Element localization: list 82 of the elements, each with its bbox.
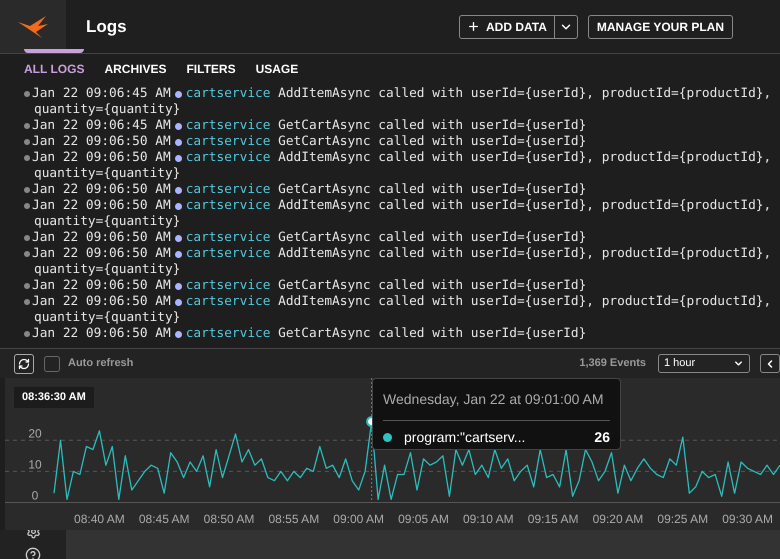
log-timestamp: Jan 22 09:06:50 AM (32, 326, 171, 342)
log-message: GetCartAsync called with userId={userId} (278, 134, 586, 150)
log-bullet (24, 155, 30, 161)
log-service: cartservice (186, 118, 270, 134)
log-service: cartservice (186, 278, 270, 294)
auto-refresh-label: Auto refresh (68, 356, 134, 372)
x-tick-label: 08:40 AM (74, 512, 125, 526)
x-tick-label: 09:15 AM (528, 512, 578, 526)
log-timestamp: Jan 22 09:06:45 AM (32, 118, 171, 134)
log-message: AddItemAsync called with userId={userId}, productId={productId}, (278, 294, 772, 310)
log-bullet (24, 187, 30, 193)
log-message: GetCartAsync called with userId={userId} (278, 230, 586, 246)
x-tick-label: 09:20 AM (592, 512, 644, 526)
log-message: AddItemAsync called with userId={userId}, productId={productId}, (278, 246, 772, 262)
log-message: quantity={quantity} (34, 102, 180, 117)
log-bullet (24, 251, 30, 257)
series-value: 26 (594, 428, 610, 447)
refresh-icon (18, 358, 30, 370)
tab[interactable]: USAGE (256, 53, 298, 85)
log-message: quantity={quantity} (34, 262, 180, 277)
series-label: program:"cartserv... (404, 428, 526, 447)
tab[interactable]: ARCHIVES (104, 53, 166, 85)
log-message: GetCartAsync called with userId={userId} (278, 118, 586, 134)
log-bullet (24, 283, 30, 289)
log-bullet (24, 91, 30, 97)
log-message: GetCartAsync called with userId={userId} (278, 182, 586, 198)
log-service: cartservice (186, 198, 270, 214)
log-timestamp: Jan 22 09:06:50 AM (32, 278, 171, 294)
log-message: AddItemAsync called with userId={userId}, productId={productId}, (278, 150, 772, 166)
plus-icon (466, 20, 480, 33)
page-title: Logs (86, 16, 127, 38)
previous-button[interactable] (760, 354, 780, 373)
x-tick-label: 09:25 AM (657, 512, 708, 526)
log-message: AddItemAsync called with userId={userId}, productId={productId}, (278, 86, 772, 102)
log-service: cartservice (186, 294, 270, 310)
x-tick-label: 08:45 AM (138, 512, 190, 526)
log-service: cartservice (186, 326, 270, 342)
log-message: quantity={quantity} (34, 166, 180, 181)
x-tick-label: 09:30 AM (722, 512, 773, 526)
log-timestamp: Jan 22 09:06:50 AM (32, 150, 171, 166)
log-timestamp: Jan 22 09:06:50 AM (32, 182, 171, 198)
event-count: 1,369 Events (579, 356, 646, 372)
log-bullet (24, 299, 30, 305)
log-timestamp: Jan 22 09:06:50 AM (32, 230, 171, 246)
tab[interactable]: FILTERS (186, 53, 236, 85)
log-bullet (24, 203, 30, 209)
log-timestamp: Jan 22 09:06:50 AM (32, 294, 171, 310)
log-service: cartservice (186, 182, 270, 198)
refresh-button[interactable] (14, 354, 34, 374)
log-message: GetCartAsync called with userId={userId} (278, 326, 586, 342)
x-tick-label: 09:00 AM (333, 512, 384, 526)
log-bullet (24, 123, 30, 129)
y-tick-label: 20 (28, 426, 42, 440)
start-time-badge: 08:36:30 AM (14, 387, 94, 408)
log-timestamp: Jan 22 09:06:45 AM (32, 86, 171, 102)
x-tick-label: 09:05 AM (398, 512, 449, 526)
log-message: quantity={quantity} (34, 310, 180, 325)
log-timestamp: Jan 22 09:06:50 AM (32, 246, 171, 262)
log-message: GetCartAsync called with userId={userId} (278, 278, 586, 294)
log-timestamp: Jan 22 09:06:50 AM (32, 198, 171, 214)
y-tick-label: 10 (28, 457, 42, 472)
log-message: AddItemAsync called with userId={userId}, productId={productId}, (278, 198, 772, 214)
x-tick-label: 08:50 AM (204, 512, 254, 526)
log-service: cartservice (186, 86, 270, 102)
log-timestamp: Jan 22 09:06:50 AM (32, 134, 171, 150)
tooltip-title: Wednesday, Jan 22 at 09:01:00 AM (383, 379, 610, 421)
logo-icon (16, 14, 50, 40)
log-service: cartservice (186, 230, 270, 246)
x-tick-label: 08:55 AM (268, 512, 320, 526)
log-message: quantity={quantity} (34, 214, 180, 229)
y-tick-label: 0 (32, 488, 38, 502)
help-icon[interactable] (25, 547, 41, 559)
log-bullet (24, 331, 30, 337)
log-service: cartservice (186, 134, 270, 150)
log-bullet (24, 139, 30, 145)
log-bullet (24, 235, 30, 241)
auto-refresh-checkbox[interactable] (44, 356, 60, 372)
manage-plan-button[interactable]: MANAGE YOUR PLAN (588, 14, 733, 38)
x-tick-label: 09:10 AM (462, 512, 514, 526)
log-service: cartservice (186, 150, 270, 166)
time-range-select[interactable]: 1 hour (658, 354, 750, 373)
log-service: cartservice (186, 246, 270, 262)
